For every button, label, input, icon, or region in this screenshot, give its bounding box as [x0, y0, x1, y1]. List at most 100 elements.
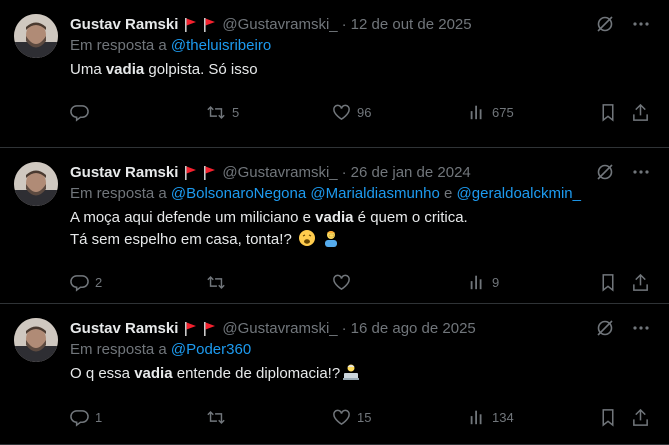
like-count: 15 — [357, 409, 372, 425]
text-segment: entende de diplomacia!? — [172, 365, 341, 382]
timestamp[interactable]: 16 de ago de 2025 — [351, 320, 476, 337]
avatar[interactable] — [14, 162, 58, 206]
share-icon — [633, 273, 648, 291]
tweet-text: A moça aqui defende um miliciano e vadia… — [70, 207, 653, 251]
views-button[interactable]: 9 — [468, 273, 499, 291]
text-segment: A moça aqui defende um miliciano e — [70, 209, 316, 226]
share-icon — [633, 103, 648, 121]
more-icon[interactable] — [631, 318, 651, 338]
bookmark-icon — [602, 103, 614, 122]
reply-conjunction: e — [444, 185, 453, 202]
avatar[interactable] — [14, 318, 58, 362]
red-flag-icon — [184, 17, 197, 32]
red-flag-icon — [203, 17, 216, 32]
like-icon — [333, 274, 350, 290]
handle[interactable]: @Gustavramski_ — [222, 164, 337, 181]
reply-icon — [70, 274, 89, 292]
reply-context: Em resposta a @BolsonaroNegona @Marialdi… — [70, 185, 653, 207]
weary-face-emoji — [298, 229, 316, 247]
tweet-text: Uma vadia golpista. Só isso — [70, 59, 653, 81]
views-count: 9 — [492, 274, 500, 290]
more-icon[interactable] — [631, 14, 651, 34]
grok-icon[interactable] — [595, 162, 615, 182]
retweet-button[interactable] — [206, 273, 232, 292]
separator-dot: · — [341, 163, 347, 181]
mention-link[interactable]: @Marialdiasmunho — [310, 185, 439, 202]
like-button[interactable] — [332, 273, 357, 292]
reply-button[interactable]: 1 — [70, 408, 102, 427]
red-flag-icon — [203, 321, 216, 336]
text-segment: Tá sem espelho em casa, tonta!? — [70, 231, 292, 248]
more-icon[interactable] — [631, 162, 651, 182]
text-segment: golpista. Só isso — [144, 61, 258, 78]
action-bar: 2 9 — [70, 262, 653, 302]
action-bar: 1 15 134 — [70, 397, 653, 437]
reply-count: 2 — [95, 274, 103, 290]
reply-button[interactable] — [70, 103, 95, 122]
like-count: 96 — [357, 104, 372, 120]
action-bar: 5 96 675 — [70, 92, 653, 132]
views-button[interactable]: 134 — [468, 408, 514, 426]
bookmark-button[interactable] — [599, 408, 617, 427]
handle[interactable]: @Gustavramski_ — [222, 320, 337, 337]
bold-word: vadia — [134, 365, 173, 382]
person-facepalming-emoji — [322, 229, 340, 247]
retweet-count: 5 — [232, 104, 240, 120]
bookmark-icon — [602, 408, 614, 427]
avatar[interactable] — [14, 14, 58, 58]
handle[interactable]: @Gustavramski_ — [222, 16, 337, 33]
reply-icon — [70, 104, 89, 122]
retweet-button[interactable]: 5 — [206, 103, 239, 122]
reply-count: 1 — [95, 409, 103, 425]
mention-link[interactable]: @BolsonaroNegona — [171, 185, 306, 202]
reply-context: Em resposta a @theluisribeiro — [70, 37, 653, 59]
text-segment: O q essa — [70, 365, 135, 382]
share-button[interactable] — [631, 273, 650, 292]
bookmark-button[interactable] — [599, 273, 617, 292]
bold-word: vadia — [315, 209, 354, 226]
retweet-icon — [207, 105, 225, 119]
views-icon — [470, 275, 482, 290]
tweet-header: Gustav Ramski @Gustavramski_ · 26 de jan… — [70, 160, 653, 184]
retweet-icon — [207, 275, 225, 289]
like-button[interactable]: 96 — [332, 103, 371, 122]
display-name[interactable]: Gustav Ramski — [70, 320, 178, 337]
reply-button[interactable]: 2 — [70, 273, 102, 292]
mention-link[interactable]: @theluisribeiro — [171, 37, 271, 54]
reply-prefix: Em resposta a — [70, 37, 167, 54]
text-segment: Uma — [70, 61, 106, 78]
red-flag-icon — [184, 165, 197, 180]
mention-link[interactable]: @Poder360 — [171, 341, 251, 358]
bold-word: vadia — [105, 61, 145, 78]
tweet[interactable]: Gustav Ramski @Gustavramski_ · 16 de ago… — [0, 304, 669, 445]
red-flag-icon — [184, 321, 197, 336]
grok-icon[interactable] — [595, 318, 615, 338]
mention-link[interactable]: @geraldoalckmin_ — [457, 185, 581, 202]
reply-context: Em resposta a @Poder360 — [70, 341, 653, 363]
person-at-laptop-emoji — [342, 363, 360, 381]
tweet-header: Gustav Ramski @Gustavramski_ · 12 de out… — [70, 12, 653, 36]
like-icon — [333, 104, 350, 120]
bookmark-button[interactable] — [599, 103, 617, 122]
separator-dot: · — [341, 319, 347, 337]
share-button[interactable] — [631, 103, 650, 122]
views-icon — [470, 105, 482, 120]
display-name[interactable]: Gustav Ramski — [70, 16, 178, 33]
retweet-button[interactable] — [206, 408, 232, 427]
views-icon — [470, 410, 482, 425]
display-name[interactable]: Gustav Ramski — [70, 164, 178, 181]
retweet-icon — [207, 410, 225, 424]
grok-icon[interactable] — [595, 14, 615, 34]
timestamp[interactable]: 12 de out de 2025 — [351, 16, 472, 33]
share-icon — [633, 408, 648, 426]
timestamp[interactable]: 26 de jan de 2024 — [351, 164, 471, 181]
red-flag-icon — [203, 165, 216, 180]
tweet-header: Gustav Ramski @Gustavramski_ · 16 de ago… — [70, 316, 653, 340]
tweet[interactable]: Gustav Ramski @Gustavramski_ · 26 de jan… — [0, 148, 669, 304]
tweet[interactable]: Gustav Ramski @Gustavramski_ · 12 de out… — [0, 0, 669, 148]
tweet-text: O q essa vadia entende de diplomacia!? — [70, 363, 653, 385]
text-segment: é quem o critica. — [353, 209, 468, 226]
views-button[interactable]: 675 — [468, 103, 514, 121]
like-button[interactable]: 15 — [332, 408, 371, 427]
share-button[interactable] — [631, 408, 650, 427]
